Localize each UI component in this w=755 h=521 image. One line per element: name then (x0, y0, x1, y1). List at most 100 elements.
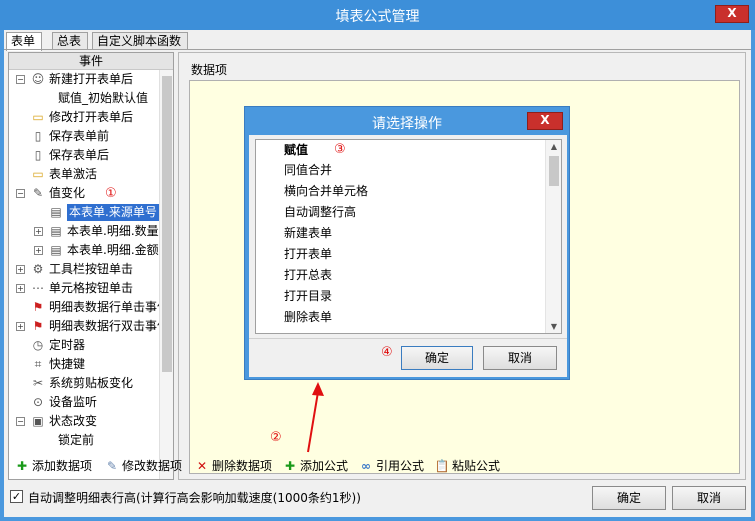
tree-item-label: 锁定前 (58, 433, 95, 447)
status-icon: ▣ (32, 414, 44, 428)
tree-item-row-click[interactable]: ⚑ 明细表数据行单击事件 (9, 298, 169, 317)
tree-item-before-save[interactable]: ▯ 保存表单前 (9, 127, 159, 146)
add-formula-button[interactable]: ✚ 添加公式 (282, 455, 348, 477)
tree-item-hotkey[interactable]: ⌗ 快捷键 (9, 355, 159, 374)
tree-item-detail-amount[interactable]: + ▤ 本表单.明细.金额 (9, 241, 159, 260)
annotation-marker-1: ① (105, 186, 117, 201)
list-item[interactable]: 赋值 (284, 140, 308, 160)
tree-item-label: 表单激活 (49, 167, 98, 181)
tree-item-label: 赋值_初始默认值 (58, 91, 149, 105)
list-item[interactable]: 打开目录 (284, 286, 332, 306)
footer: ✓ 自动调整明细表行高(计算行高会影响加载速度(1000条约1秒)) 确定 取消 (8, 485, 748, 515)
tree-scroll-thumb[interactable] (162, 76, 172, 372)
list-item[interactable]: 同值合并 (284, 160, 332, 180)
tree-item-label: 定时器 (49, 338, 86, 352)
plus-icon: ✚ (284, 459, 296, 473)
tree-item-label: 本表单.来源单号 (67, 204, 159, 221)
tree-header: 事件 (9, 53, 173, 70)
tree-item-assign-default[interactable]: 赋值_初始默认值 (9, 89, 159, 108)
expand-icon[interactable]: + (16, 265, 25, 274)
tree-item-toolbar-click[interactable]: + ⚙ 工具栏按钮单击 (9, 260, 159, 279)
collapse-icon[interactable]: − (16, 189, 25, 198)
dialog-client: 赋值 同值合并 横向合并单元格 自动调整行高 新建表单 打开表单 打开总表 打开… (249, 135, 567, 377)
expand-icon[interactable]: + (16, 322, 25, 331)
tree-item-edit-open[interactable]: ▭ 修改打开表单后 (9, 108, 159, 127)
collapse-icon[interactable]: − (16, 75, 25, 84)
tree-item-before-lock[interactable]: 锁定前 (9, 431, 159, 450)
event-tree[interactable]: 事件 − ☺ 新建打开表单后 赋值_初始默认值 ▭ 修改打开表单后 ▯ 保存表单… (8, 52, 174, 480)
tree-item-row-dblclick[interactable]: + ⚑ 明细表数据行双击事件 (9, 317, 169, 336)
doc-icon: ▯ (34, 148, 42, 162)
ok-button[interactable]: 确定 (592, 486, 666, 510)
dots-icon: ⋯ (32, 281, 44, 295)
tree-item-form-activate[interactable]: ▭ 表单激活 (9, 165, 159, 184)
expand-icon[interactable]: + (34, 227, 43, 236)
tree-item-detail-qty[interactable]: + ▤ 本表单.明细.数量 (9, 222, 159, 241)
annotation-marker-3: ③ (334, 142, 346, 157)
data-items-label: 数据项 (191, 63, 228, 77)
tree-item-status-change[interactable]: − ▣ 状态改变 (9, 412, 159, 431)
add-data-button[interactable]: ✚ 添加数据项 (14, 455, 92, 477)
list-item[interactable]: 横向合并单元格 (284, 181, 368, 201)
auto-row-height-checkbox[interactable]: ✓ (10, 490, 23, 503)
window-close-button[interactable]: X (715, 5, 749, 23)
bottom-toolbar: ✚ 添加数据项 ✎ 修改数据项 ✕ 删除数据项 ✚ 添加公式 ∞ 引用公式 📋 粘贴公式 (8, 455, 748, 477)
formula-manager-window: 填表公式管理 X 表单 总表 自定义脚本函数 事件 − ☺ 新建打开表单后 赋值… (0, 0, 755, 521)
flag-icon: ⚑ (32, 319, 44, 333)
dialog-separator (249, 338, 567, 339)
tree-item-label: 值变化 (49, 186, 86, 200)
scroll-down-icon[interactable]: ▼ (549, 322, 559, 331)
edit-data-label: 修改数据项 (122, 459, 183, 473)
list-item[interactable]: 自动调整行高 (284, 202, 356, 222)
dialog-ok-button[interactable]: 确定 (401, 346, 473, 370)
tree-item-label: 明细表数据行双击事件 (49, 319, 170, 333)
tree-item-source-no[interactable]: ▤ 本表单.来源单号 (9, 203, 159, 222)
title-bar: 填表公式管理 X (0, 0, 755, 30)
auto-row-height-label: 自动调整明细表行高(计算行高会影响加载速度(1000条约1秒)) (28, 491, 361, 505)
tree-item-clipboard[interactable]: ✂ 系统剪贴板变化 (9, 374, 159, 393)
link-icon: ∞ (361, 459, 371, 473)
ref-formula-label: 引用公式 (376, 459, 425, 473)
expand-icon[interactable]: + (34, 246, 43, 255)
annotation-marker-2: ② (270, 430, 282, 445)
tree-item-label: 单元格按钮单击 (49, 281, 134, 295)
list-item[interactable]: 打开总表 (284, 265, 332, 285)
plus-icon: ✚ (16, 459, 28, 473)
list-item[interactable]: 新建表单 (284, 223, 332, 243)
edit-data-button[interactable]: ✎ 修改数据项 (104, 455, 182, 477)
add-data-label: 添加数据项 (32, 459, 93, 473)
tree-item-cell-button[interactable]: + ⋯ 单元格按钮单击 (9, 279, 159, 298)
list-item[interactable]: 打开表单 (284, 244, 332, 264)
paste-formula-button[interactable]: 📋 粘贴公式 (434, 455, 501, 477)
collapse-icon[interactable]: − (16, 417, 25, 426)
list-scrollbar[interactable]: ▲ ▼ (545, 140, 561, 333)
tree-item-label: 新建打开表单后 (49, 72, 134, 86)
scroll-up-icon[interactable]: ▲ (549, 142, 559, 151)
tree-item-value-change[interactable]: − ✎ 值变化 ① (9, 184, 159, 203)
tab-summary[interactable]: 总表 (52, 32, 88, 50)
tab-custom-script[interactable]: 自定义脚本函数 (92, 32, 188, 50)
dialog-title: 请选择操作 (372, 116, 442, 132)
ref-formula-button[interactable]: ∞ 引用公式 (358, 455, 424, 477)
tree-item-timer[interactable]: ◷ 定时器 (9, 336, 159, 355)
paste-formula-label: 粘贴公式 (452, 459, 501, 473)
operation-list[interactable]: 赋值 同值合并 横向合并单元格 自动调整行高 新建表单 打开表单 打开总表 打开… (255, 139, 562, 334)
tree-item-after-save[interactable]: ▯ 保存表单后 (9, 146, 159, 165)
cancel-button[interactable]: 取消 (672, 486, 746, 510)
tree-item-device[interactable]: ⊙ 设备监听 (9, 393, 159, 412)
expand-icon[interactable]: + (16, 284, 25, 293)
delete-data-button[interactable]: ✕ 删除数据项 (194, 455, 272, 477)
dialog-cancel-button[interactable]: 取消 (483, 346, 557, 370)
doc-icon: ▯ (34, 129, 42, 143)
dialog-close-button[interactable]: X (527, 112, 563, 130)
list-scroll-thumb[interactable] (549, 156, 559, 186)
tree-item-label: 系统剪贴板变化 (49, 376, 134, 390)
folder-icon: ▭ (32, 110, 44, 124)
list-item[interactable]: 删除表单 (284, 307, 332, 327)
device-icon: ⊙ (32, 395, 44, 409)
tree-item-label: 本表单.明细.数量 (67, 224, 159, 238)
tree-scrollbar[interactable] (159, 70, 173, 479)
table-icon: ▤ (50, 243, 62, 257)
tree-item-new-open[interactable]: − ☺ 新建打开表单后 (9, 70, 159, 89)
add-formula-label: 添加公式 (300, 459, 349, 473)
